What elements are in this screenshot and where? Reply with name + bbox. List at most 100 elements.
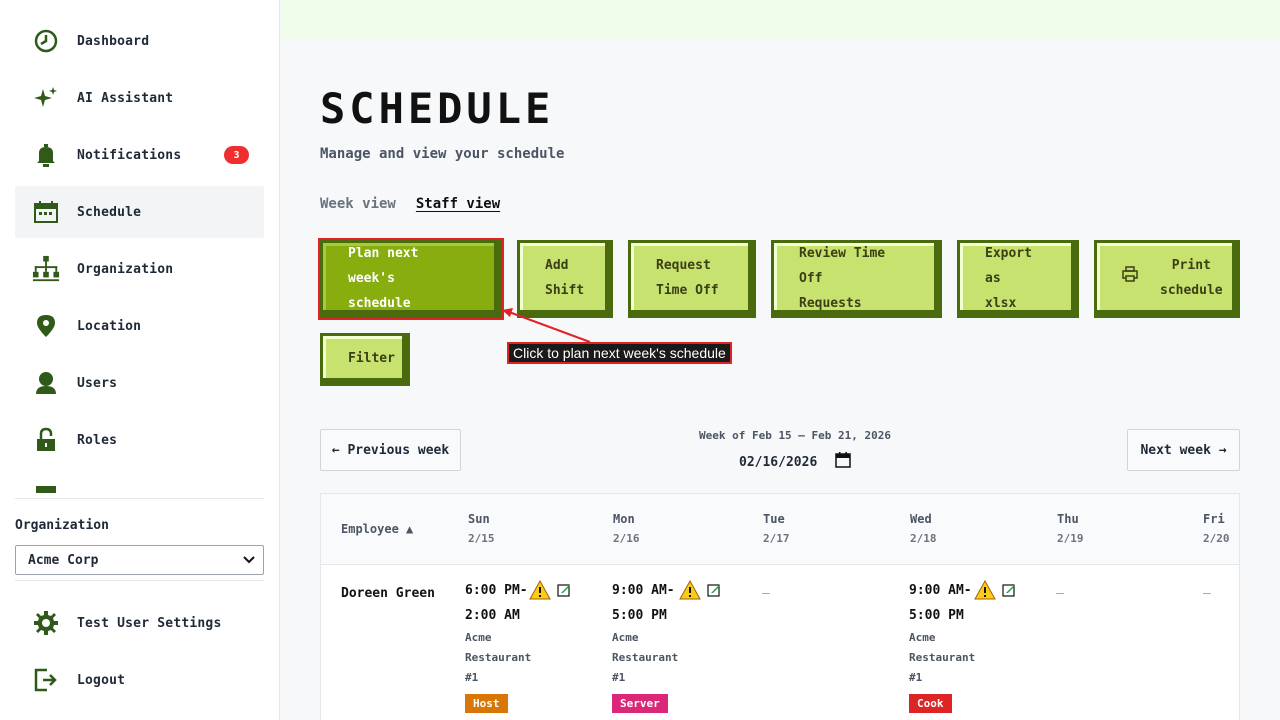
sidebar-divider [15, 580, 264, 581]
sidebar-item-label: Schedule [77, 204, 142, 220]
next-week-button[interactable]: Next week → [1127, 429, 1240, 471]
shift-location: #1 [465, 671, 479, 684]
column-header-thu: Thu 2/19 [1057, 512, 1084, 545]
previous-week-button[interactable]: ← Previous week [320, 429, 461, 471]
sidebar-item-label: Organization [77, 261, 174, 277]
warning-icon [974, 579, 996, 604]
org-chart-icon [32, 255, 60, 283]
tab-week-view[interactable]: Week view [320, 196, 396, 212]
folder-icon [32, 483, 60, 493]
request-time-off-button[interactable]: Request Time Off [628, 240, 756, 318]
review-time-off-button[interactable]: Review Time Off Requests [771, 240, 942, 318]
sidebar-item-ai-assistant[interactable]: AI Assistant [15, 72, 264, 124]
printer-icon [1122, 265, 1138, 291]
organization-select[interactable]: Acme Corp [15, 545, 264, 575]
sidebar-item-settings[interactable]: Test User Settings [15, 597, 264, 649]
column-header-tue: Tue 2/17 [763, 512, 790, 545]
shift-location: Acme [909, 631, 936, 644]
lock-icon [32, 426, 60, 454]
edit-icon[interactable] [707, 582, 721, 601]
warning-icon [679, 579, 701, 604]
notification-count-badge: 3 [224, 146, 249, 164]
shift-card[interactable]: 9:00 AM- 5:00 PM Acme Restaurant #1 Serv… [612, 578, 747, 713]
shift-location: #1 [909, 671, 923, 684]
sidebar-item-label: Notifications [77, 147, 182, 163]
button-label: Filter [348, 351, 395, 366]
edit-icon[interactable] [557, 582, 571, 601]
empty-shift: – [762, 586, 770, 601]
button-label: Add Shift [545, 258, 585, 298]
shift-location: #1 [612, 671, 626, 684]
location-pin-icon [32, 312, 60, 340]
employee-column-header[interactable]: Employee ▲ [341, 522, 413, 536]
shift-time-end: 2:00 AM [465, 608, 520, 623]
top-banner [281, 0, 1280, 40]
gear-icon [32, 609, 60, 637]
shift-time-end: 5:00 PM [909, 608, 964, 623]
sidebar-item-label: Location [77, 318, 142, 334]
sidebar-item-organization[interactable]: Organization [15, 243, 264, 295]
role-badge: Server [612, 694, 668, 713]
calendar-icon [32, 198, 60, 226]
empty-shift: – [1203, 586, 1211, 601]
shift-time-end: 5:00 PM [612, 608, 667, 623]
sidebar: Dashboard AI Assistant Notifications 3 S… [0, 0, 280, 720]
sidebar-item-roles[interactable]: Roles [15, 414, 264, 466]
clock-icon [32, 27, 60, 55]
employee-name: Doreen Green [341, 586, 435, 601]
sidebar-item-label: AI Assistant [77, 90, 174, 106]
tab-staff-view[interactable]: Staff view [416, 196, 500, 212]
edit-icon[interactable] [1002, 582, 1016, 601]
chevron-down-icon [243, 553, 255, 568]
sidebar-item-location[interactable]: Location [15, 300, 264, 352]
sidebar-item-label: Logout [77, 672, 126, 688]
sidebar-item-more[interactable] [15, 471, 264, 493]
sidebar-item-schedule[interactable]: Schedule [15, 186, 264, 238]
column-header-sun: Sun 2/15 [468, 512, 495, 545]
sidebar-item-label: Users [77, 375, 118, 391]
shift-card[interactable]: 9:00 AM- 5:00 PM Acme Restaurant #1 Cook [909, 578, 1044, 713]
filter-button[interactable]: Filter [320, 333, 410, 386]
button-label: Review Time Off Requests [799, 245, 886, 311]
sidebar-divider [15, 498, 264, 499]
shift-location: Restaurant [465, 651, 532, 664]
role-badge: Host [465, 694, 508, 713]
schedule-table: Employee ▲ Sun 2/15 Mon 2/16 Tue 2/17 Wed 2/… [320, 493, 1240, 720]
tooltip: Click to plan next week's schedule [507, 342, 732, 364]
week-range-label: Week of Feb 15 – Feb 21, 2026 [698, 429, 892, 442]
shift-card[interactable]: 6:00 PM- 2:00 AM Acme Restaurant #1 Host [465, 578, 600, 713]
print-schedule-button[interactable]: Print schedule [1094, 240, 1240, 318]
sidebar-bottom-nav: Test User Settings Logout [15, 597, 264, 711]
shift-location: Restaurant [909, 651, 976, 664]
user-icon [32, 369, 60, 397]
week-date-input[interactable]: 02/16/2026 [739, 451, 851, 473]
shift-location: Acme [465, 631, 492, 644]
role-badge: Cook [909, 694, 952, 713]
empty-shift: – [1056, 586, 1064, 601]
view-switcher: Week view Staff view [320, 196, 500, 212]
column-header-fri: Fri 2/20 [1203, 512, 1230, 545]
button-label: Request Time Off [656, 258, 719, 298]
plan-next-week-button[interactable]: Plan next week's schedule [318, 238, 504, 320]
date-input-value: 02/16/2026 [739, 454, 818, 470]
export-xlsx-button[interactable]: Export as xlsx [957, 240, 1079, 318]
table-header: Employee ▲ Sun 2/15 Mon 2/16 Tue 2/17 Wed 2/… [321, 494, 1239, 565]
button-label: Export as xlsx [985, 245, 1032, 311]
sparkle-icon [32, 84, 60, 112]
page-title: SCHEDULE [320, 84, 555, 133]
page-subtitle: Manage and view your schedule [320, 146, 565, 162]
organization-label: Organization [15, 518, 109, 533]
column-header-mon: Mon 2/16 [613, 512, 640, 545]
warning-icon [529, 579, 551, 604]
button-label: Plan next week's schedule [348, 245, 419, 311]
sidebar-item-dashboard[interactable]: Dashboard [15, 15, 264, 67]
button-label: Print schedule [1160, 258, 1223, 298]
calendar-icon[interactable] [835, 452, 851, 472]
sidebar-item-logout[interactable]: Logout [15, 654, 264, 706]
sidebar-item-label: Roles [77, 432, 118, 448]
shift-location: Restaurant [612, 651, 679, 664]
logout-icon [32, 666, 60, 694]
sidebar-item-users[interactable]: Users [15, 357, 264, 409]
shift-location: Acme [612, 631, 639, 644]
sidebar-item-notifications[interactable]: Notifications 3 [15, 129, 264, 181]
